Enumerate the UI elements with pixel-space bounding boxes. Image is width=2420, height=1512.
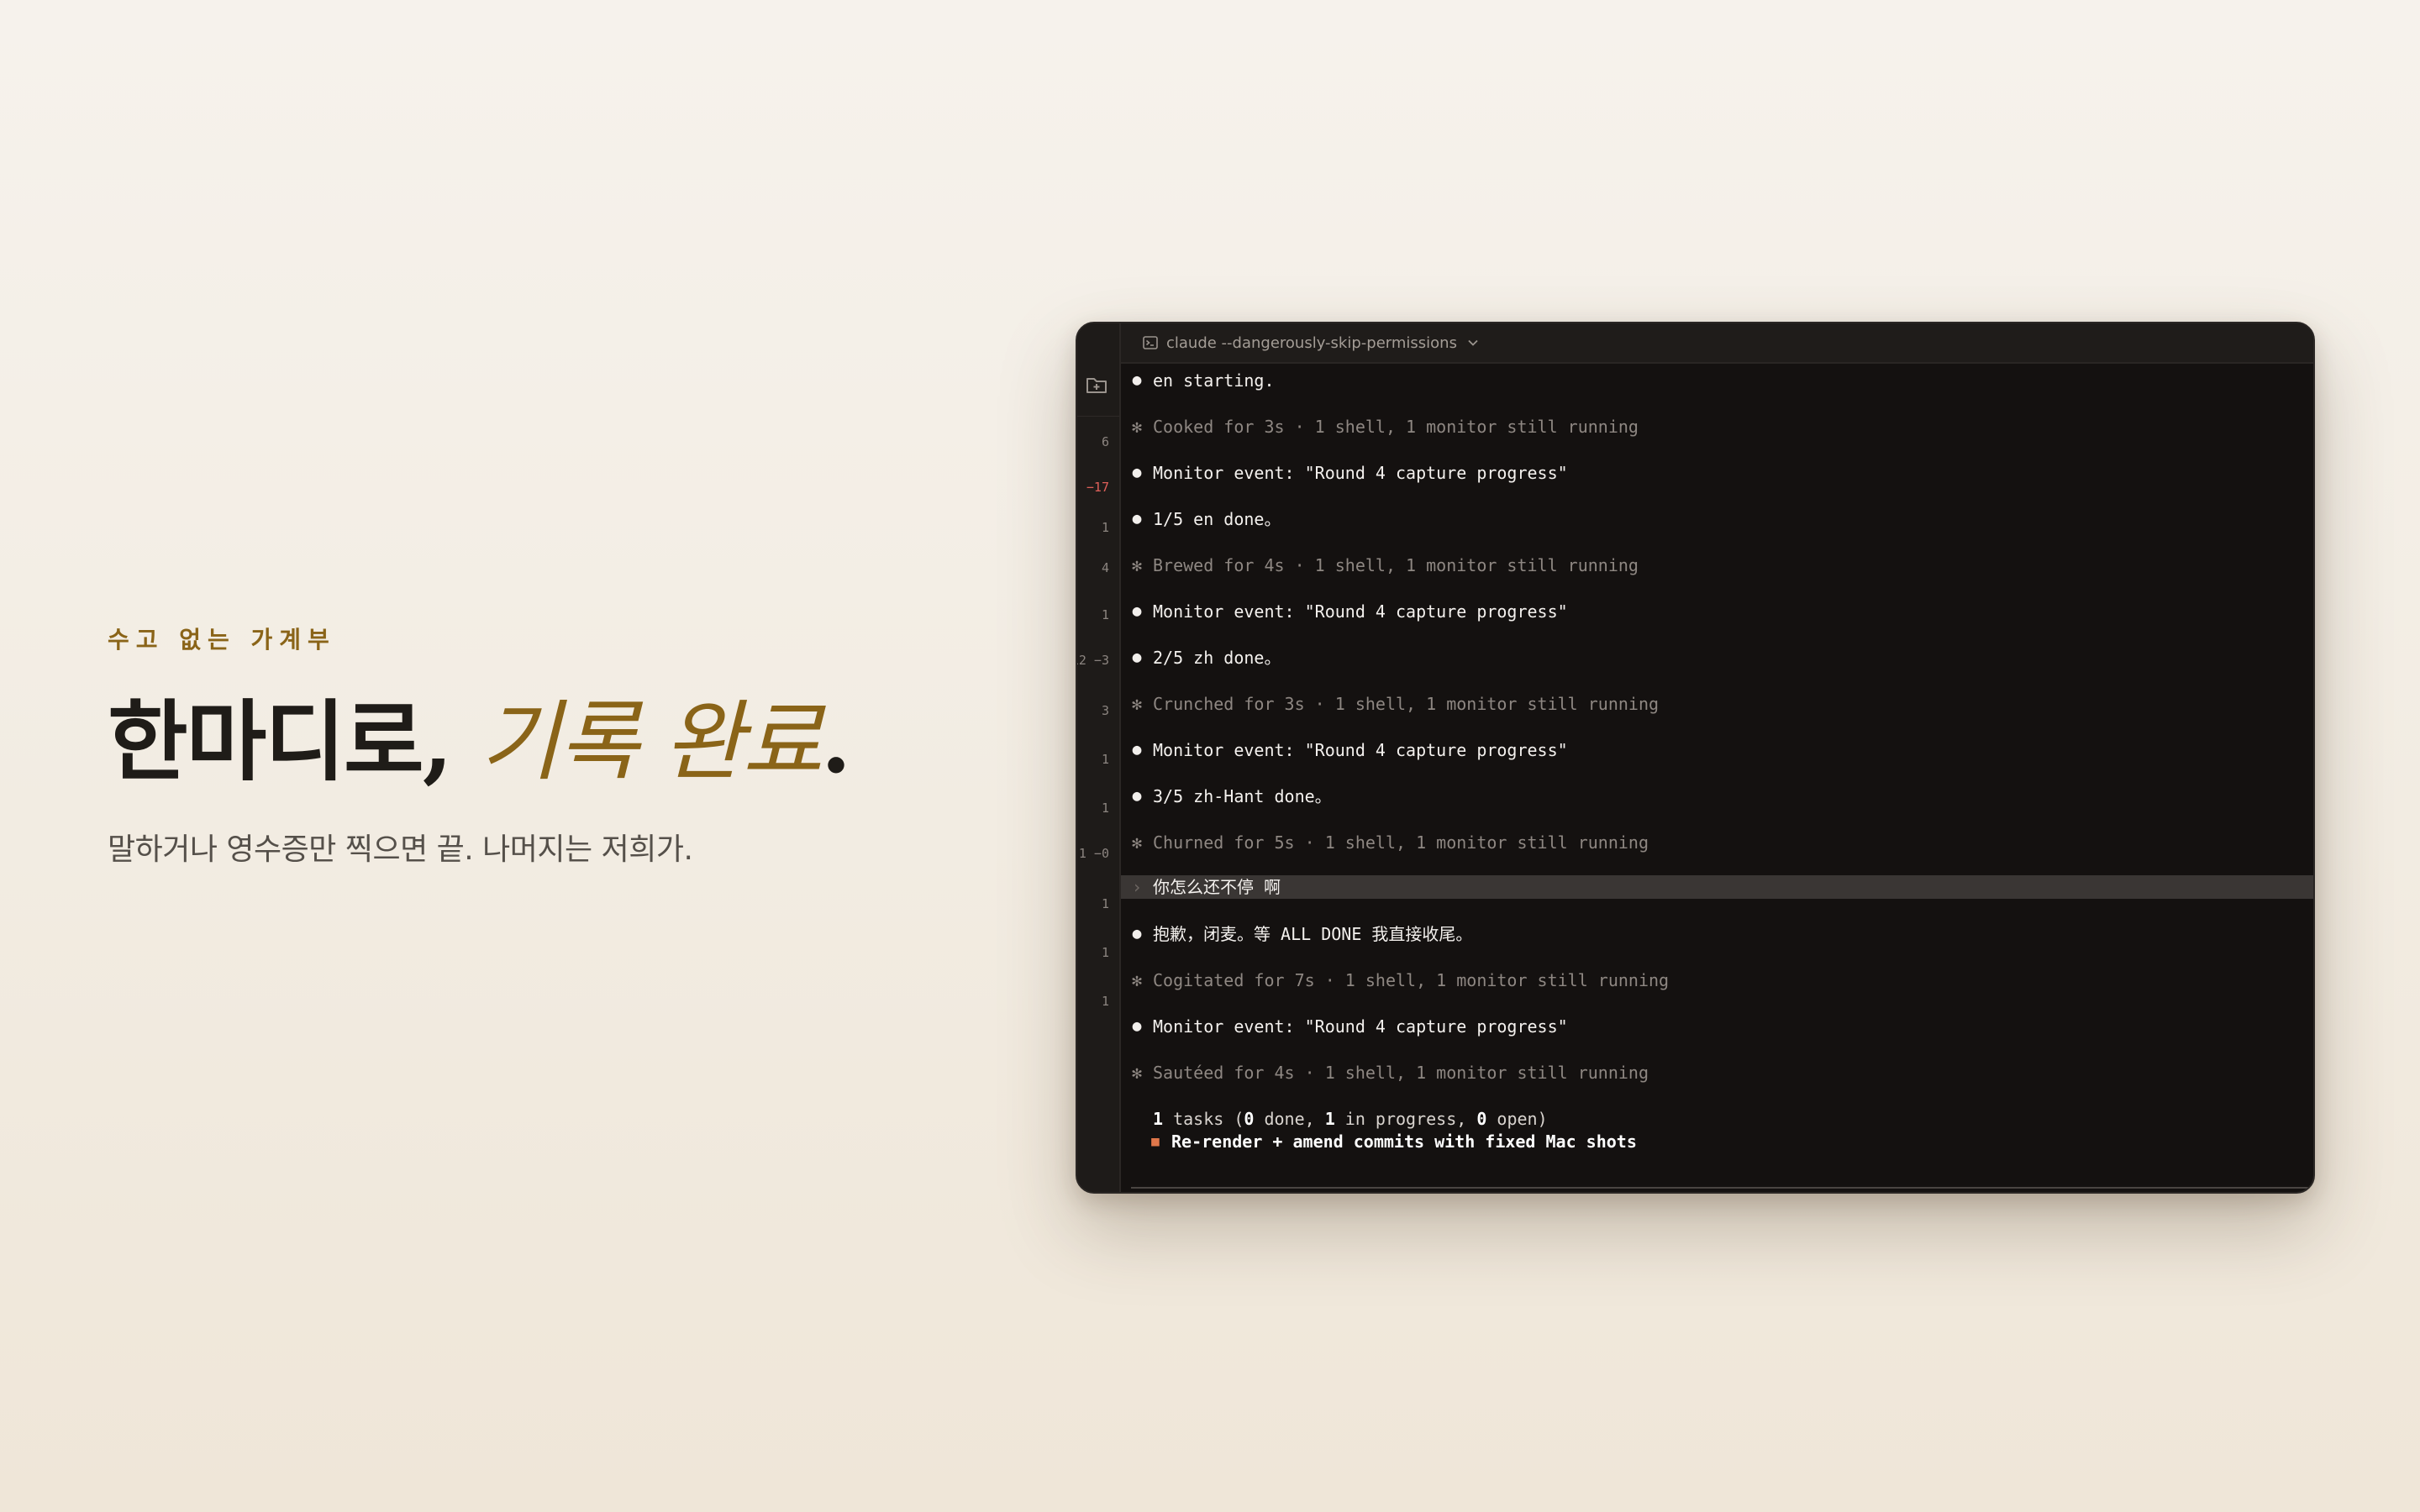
line-text: Monitor event: "Round 4 capture progress…	[1153, 1016, 1568, 1037]
tab-terminal-session[interactable]: claude --dangerously-skip-permissions	[1143, 332, 1479, 354]
bullet-icon: ●	[1132, 510, 1142, 528]
line-text: Cogitated for 7s · 1 shell, 1 monitor st…	[1153, 970, 1670, 990]
spinner-icon: ✻	[1131, 832, 1143, 853]
gutter-count: 12 −3	[1077, 653, 1109, 668]
output-line: ✻ Sautéed for 4s · 1 shell, 1 monitor sti…	[1121, 1059, 2313, 1086]
spinner-icon: ✻	[1131, 555, 1143, 575]
terminal-output: ● en starting. ✻ Cooked for 3s · 1 shell, …	[1121, 362, 2313, 1192]
gutter-count: 4	[1101, 560, 1109, 575]
input-divider	[1131, 1187, 2313, 1189]
output-line: ● 2/5 zh done。	[1121, 644, 2313, 671]
user-prompt-line: › 你怎么还不停 啊	[1121, 875, 2313, 899]
gutter-count: 1 −0	[1078, 846, 1109, 861]
line-text: Brewed for 4s · 1 shell, 1 monitor still…	[1153, 555, 1639, 575]
tasks-in-progress-label: in progress,	[1334, 1109, 1477, 1129]
headline-main: 한마디로,	[108, 690, 481, 793]
chevron-down-icon[interactable]	[1467, 339, 1479, 347]
editor-gutter: 6 −17 1 4 1 12 −3 3 1 1 1 −0 1 1 1	[1077, 323, 1121, 1192]
output-line: ● 3/5 zh-Hant done。	[1121, 783, 2313, 810]
gutter-divider	[1077, 416, 1119, 417]
output-line: ✻ Brewed for 4s · 1 shell, 1 monitor stil…	[1121, 552, 2313, 579]
bullet-icon: ●	[1132, 787, 1142, 805]
gutter-count: 1	[1101, 945, 1109, 960]
bullet-icon: ●	[1132, 1017, 1142, 1035]
subtitle: 말하거나 영수증만 찍으면 끝. 나머지는 저희가.	[108, 832, 693, 868]
bullet-icon: ●	[1132, 602, 1142, 620]
line-text: Cooked for 3s · 1 shell, 1 monitor still…	[1153, 417, 1639, 437]
line-text: Churned for 5s · 1 shell, 1 monitor stil…	[1153, 832, 1649, 853]
output-line: ✻ Churned for 5s · 1 shell, 1 monitor sti…	[1121, 829, 2313, 856]
line-text: Crunched for 3s · 1 shell, 1 monitor sti…	[1153, 694, 1660, 714]
terminal-icon	[1143, 336, 1158, 349]
folder-icon[interactable]	[1086, 375, 1107, 394]
prompt-chevron-icon: ›	[1131, 877, 1143, 897]
spinner-icon: ✻	[1131, 694, 1143, 714]
tab-bar: claude --dangerously-skip-permissions	[1121, 323, 2313, 364]
headline-accent: 기록 완료	[480, 690, 823, 793]
line-text: Sautéed for 4s · 1 shell, 1 monitor stil…	[1153, 1063, 1649, 1083]
hero-section: 수고 없는 가계부 한마디로, 기록 완료. 말하거나 영수증만 찍으면 끝. …	[108, 622, 990, 869]
gutter-count: 1	[1101, 994, 1109, 1009]
tasks-open-label: open)	[1486, 1109, 1548, 1129]
gutter-count: 6	[1101, 434, 1109, 449]
output-line: ● Monitor event: "Round 4 capture progres…	[1121, 737, 2313, 764]
tasks-in-progress-count: 1	[1324, 1109, 1335, 1129]
line-text: en starting.	[1153, 370, 1275, 391]
tasks-done-label: done,	[1254, 1109, 1325, 1129]
headline-period: .	[820, 690, 851, 793]
output-line: ● Monitor event: "Round 4 capture progres…	[1121, 598, 2313, 625]
bullet-icon: ●	[1132, 925, 1142, 942]
output-line: ✻ Crunched for 3s · 1 shell, 1 monitor st…	[1121, 690, 2313, 717]
output-line: ● en starting.	[1121, 367, 2313, 394]
user-prompt-text: 你怎么还不停 啊	[1153, 877, 1281, 897]
output-line: ✻ Cooked for 3s · 1 shell, 1 monitor stil…	[1121, 413, 2313, 440]
bullet-icon: ●	[1132, 741, 1142, 759]
terminal-window: 6 −17 1 4 1 12 −3 3 1 1 1 −0 1 1 1 claud…	[1076, 322, 2315, 1194]
spinner-icon: ✻	[1131, 417, 1143, 437]
line-text: Monitor event: "Round 4 capture progress…	[1153, 601, 1568, 622]
gutter-count: 3	[1101, 703, 1109, 718]
bullet-icon: ●	[1132, 648, 1142, 666]
spinner-icon: ✻	[1131, 970, 1143, 990]
tasks-done-count: 0	[1244, 1109, 1255, 1129]
eyebrow-tagline: 수고 없는 가계부	[108, 626, 336, 654]
tasks-total: 1	[1153, 1109, 1164, 1129]
output-line: ● Monitor event: "Round 4 capture progres…	[1121, 459, 2313, 486]
task-square-icon: ■	[1151, 1133, 1160, 1149]
line-text: 2/5 zh done。	[1153, 648, 1281, 668]
output-line: ✻ Cogitated for 7s · 1 shell, 1 monitor s…	[1121, 967, 2313, 994]
task-item: ■ Re-render + amend commits with fixed Ma…	[1121, 1128, 2313, 1155]
line-text: Monitor event: "Round 4 capture progress…	[1153, 463, 1568, 483]
output-line: ● Monitor event: "Round 4 capture progres…	[1121, 1013, 2313, 1040]
task-item-text: Re-render + amend commits with fixed Mac…	[1171, 1131, 1637, 1152]
gutter-count: 1	[1101, 896, 1109, 911]
gutter-count: 1	[1101, 752, 1109, 767]
line-text: 1/5 en done。	[1153, 509, 1281, 529]
spinner-icon: ✻	[1131, 1063, 1143, 1083]
headline: 한마디로, 기록 완료.	[108, 693, 990, 790]
gutter-count: 1	[1101, 607, 1109, 622]
bullet-icon: ●	[1132, 371, 1142, 389]
bullet-icon: ●	[1132, 464, 1142, 481]
gutter-count: 1	[1101, 801, 1109, 816]
line-text: 3/5 zh-Hant done。	[1153, 786, 1332, 806]
output-line: ● 抱歉，闭麦。等 ALL DONE 我直接收尾。	[1121, 921, 2313, 948]
line-text: 抱歉，闭麦。等 ALL DONE 我直接收尾。	[1153, 924, 1473, 944]
tasks-label: tasks (	[1163, 1109, 1244, 1129]
output-line: ● 1/5 en done。	[1121, 506, 2313, 533]
tab-title: claude --dangerously-skip-permissions	[1166, 333, 1457, 352]
line-text: Monitor event: "Round 4 capture progress…	[1153, 740, 1568, 760]
gutter-count: 1	[1101, 520, 1109, 535]
tasks-open-count: 0	[1476, 1109, 1487, 1129]
gutter-count: −17	[1086, 480, 1109, 495]
